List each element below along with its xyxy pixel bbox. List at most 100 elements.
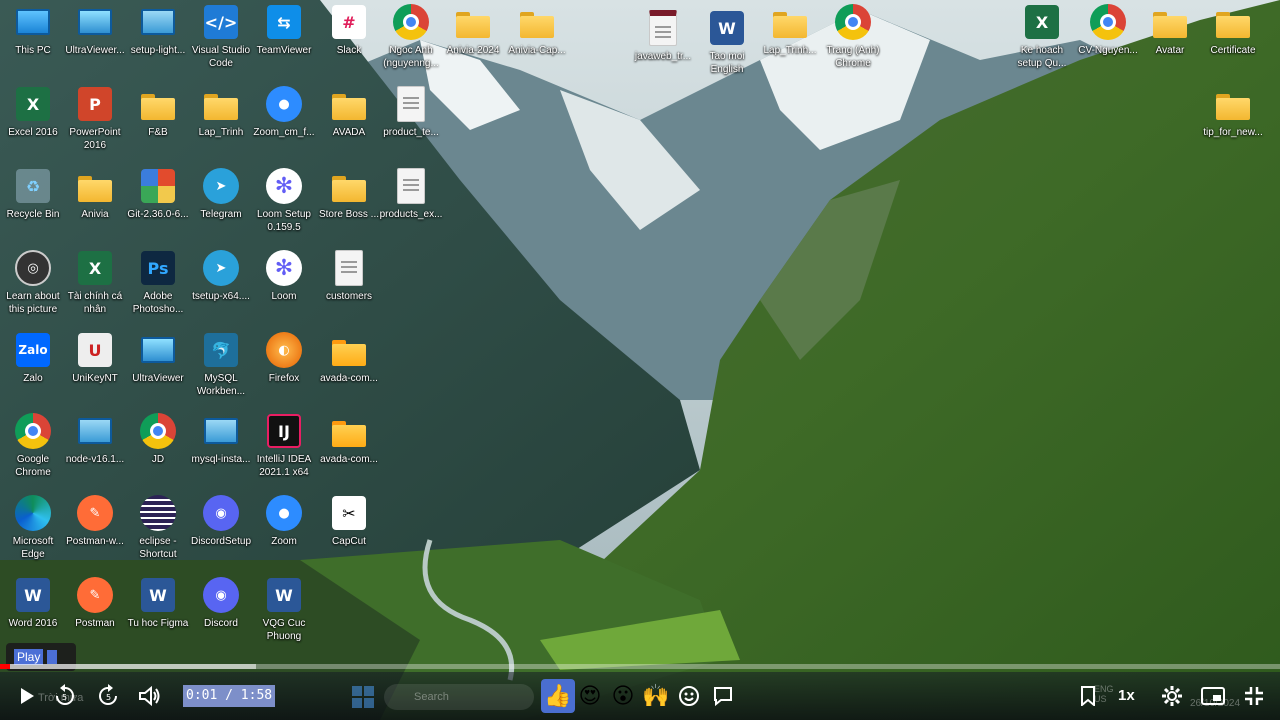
desktop-shortcut[interactable]: ✻ Loom Setup 0.159.5 — [251, 166, 317, 234]
desktop-shortcut-label: Postman-w... — [66, 536, 124, 547]
desktop-shortcut[interactable]: JD — [125, 411, 191, 466]
desktop-shortcut[interactable]: UltraViewer — [125, 330, 191, 385]
chrome-icon — [391, 2, 431, 42]
desktop-shortcut[interactable]: Ngoc Anh (nguyenng... — [378, 2, 444, 70]
desktop-shortcut-label: Word 2016 — [8, 618, 58, 629]
bookmark-button[interactable] — [1074, 676, 1102, 716]
desktop-shortcut[interactable]: # Slack — [316, 2, 382, 57]
loom-icon: ✻ — [264, 166, 304, 206]
desktop-shortcut[interactable]: IJ IntelliJ IDEA 2021.1 x64 — [251, 411, 317, 479]
desktop-shortcut[interactable]: W Tao moi English — [694, 8, 760, 76]
desktop-shortcut[interactable]: W Tu hoc Figma — [125, 575, 191, 630]
desktop-shortcut[interactable]: products_ex... — [378, 166, 444, 221]
playback-speed-button[interactable]: 1x — [1118, 676, 1135, 716]
desktop-shortcut[interactable]: avada-com... — [316, 411, 382, 466]
video-progress-bar[interactable] — [0, 664, 1280, 669]
desktop-shortcut[interactable]: Store Boss ... — [316, 166, 382, 221]
desktop-shortcut[interactable]: node-v16.1... — [62, 411, 128, 466]
desktop-shortcut[interactable]: javaweb_tr... — [630, 8, 696, 63]
reaction-button[interactable]: 😮 — [606, 679, 640, 713]
reaction-button[interactable]: 😍 — [573, 679, 607, 713]
desktop-shortcut[interactable]: Anivia — [62, 166, 128, 221]
desktop-shortcut[interactable]: F&B — [125, 84, 191, 139]
desktop-shortcut[interactable]: ● Zoom — [251, 493, 317, 548]
desktop-shortcut[interactable]: ◉ DiscordSetup — [188, 493, 254, 548]
miniplayer-button[interactable] — [1199, 676, 1227, 716]
desktop-shortcut[interactable]: ◉ Discord — [188, 575, 254, 630]
desktop-shortcut[interactable]: Google Chrome — [0, 411, 66, 479]
desktop-shortcut[interactable]: ◐ Firefox — [251, 330, 317, 385]
desktop-shortcut[interactable]: Certificate — [1200, 2, 1266, 57]
desktop-shortcut[interactable]: Avatar — [1137, 2, 1203, 57]
exit-fullscreen-button[interactable] — [1240, 676, 1268, 716]
desktop-shortcut[interactable]: product_te... — [378, 84, 444, 139]
desktop-shortcut[interactable]: Microsoft Edge — [0, 493, 66, 561]
capcut-icon: ✂ — [329, 493, 369, 533]
setup-icon — [138, 2, 178, 42]
desktop-shortcut[interactable]: Trang (Anh) Chrome — [820, 2, 886, 70]
desktop-shortcut[interactable]: ✎ Postman — [62, 575, 128, 630]
desktop-shortcut[interactable]: X Excel 2016 — [0, 84, 66, 139]
desktop-shortcut[interactable]: ♻ Recycle Bin — [0, 166, 66, 221]
desktop-shortcut[interactable]: CV-Nguyen... — [1075, 2, 1141, 57]
desktop-shortcut-label: JD — [151, 454, 165, 465]
desktop-shortcut[interactable]: ✂ CapCut — [316, 493, 382, 548]
comment-button[interactable] — [708, 676, 738, 716]
desktop-shortcut[interactable]: customers — [316, 248, 382, 303]
desktop-shortcut[interactable]: UltraViewer... — [62, 2, 128, 57]
chrome-icon — [833, 2, 873, 42]
rewind-5-button[interactable]: 5 — [50, 676, 80, 716]
desktop-shortcut[interactable]: Anivia-Cap... — [504, 2, 570, 57]
desktop-shortcut[interactable]: ✻ Loom — [251, 248, 317, 303]
desktop-shortcut[interactable]: Git-2.36.0-6... — [125, 166, 191, 221]
desktop-shortcut[interactable]: AVADA — [316, 84, 382, 139]
add-reaction-button[interactable] — [675, 676, 705, 716]
desktop-shortcut-label: IntelliJ IDEA 2021.1 x64 — [256, 454, 312, 478]
desktop-shortcut[interactable]: ➤ Telegram — [188, 166, 254, 221]
folder-icon — [770, 2, 810, 42]
play-button[interactable] — [12, 676, 42, 716]
desktop-shortcut[interactable]: W Word 2016 — [0, 575, 66, 630]
desktop-shortcut[interactable]: eclipse - Shortcut — [125, 493, 191, 561]
reaction-button[interactable]: 🙌 — [639, 679, 673, 713]
desktop-shortcut[interactable]: avada-com... — [316, 330, 382, 385]
chrome-icon — [13, 411, 53, 451]
desktop-shortcut[interactable]: P PowerPoint 2016 — [62, 84, 128, 152]
desktop-shortcut[interactable]: 🐬 MySQL Workben... — [188, 330, 254, 398]
desktop-shortcut[interactable]: tip_for_new... — [1200, 84, 1266, 139]
desktop-shortcut[interactable]: Zalo Zalo — [0, 330, 66, 385]
settings-button[interactable] — [1158, 676, 1186, 716]
desktop-shortcut-label: customers — [325, 291, 373, 302]
play-tooltip-text: Play — [14, 649, 44, 665]
desktop-shortcut[interactable]: </> Visual Studio Code — [188, 2, 254, 70]
desktop-shortcut[interactable]: ⇆ TeamViewer — [251, 2, 317, 57]
desktop-shortcut[interactable]: Lap_Trinh — [188, 84, 254, 139]
desktop-shortcut-label: Tao moi English — [709, 51, 745, 75]
forward-5-button[interactable]: 5 — [93, 676, 123, 716]
desktop-shortcut[interactable]: X Ke hoach setup Qu... — [1009, 2, 1075, 70]
desktop-shortcut-label: Adobe Photosho... — [132, 291, 184, 315]
postman-icon: ✎ — [75, 493, 115, 533]
desktop-shortcut[interactable]: mysql-insta... — [188, 411, 254, 466]
desktop-shortcut[interactable]: ✎ Postman-w... — [62, 493, 128, 548]
desktop-shortcut[interactable]: Lap_Trinh... — [757, 2, 823, 57]
desktop-shortcut[interactable]: This PC — [0, 2, 66, 57]
desktop-shortcut-label: mysql-insta... — [191, 454, 251, 465]
desktop-shortcut[interactable]: U UniKeyNT — [62, 330, 128, 385]
smiley-icon — [679, 686, 699, 706]
desktop-shortcut[interactable]: setup-light... — [125, 2, 191, 57]
folder-icon — [329, 166, 369, 206]
forward-icon: 5 — [99, 684, 117, 705]
desktop-shortcut[interactable]: W VQG Cuc Phuong — [251, 575, 317, 643]
desktop-shortcut[interactable]: ◎ Learn about this picture — [0, 248, 66, 316]
reaction-button[interactable]: 👍 — [541, 679, 575, 713]
desktop-shortcut[interactable]: Ps Adobe Photosho... — [125, 248, 191, 316]
volume-button[interactable] — [136, 676, 164, 716]
folder-icon — [1213, 84, 1253, 124]
vscode-icon: </> — [201, 2, 241, 42]
desktop-shortcut[interactable]: X Tài chính cá nhân — [62, 248, 128, 316]
excel-icon: X — [13, 84, 53, 124]
desktop-shortcut[interactable]: ➤ tsetup-x64.... — [188, 248, 254, 303]
desktop-shortcut[interactable]: ● Zoom_cm_f... — [251, 84, 317, 139]
desktop-shortcut[interactable]: Anivia-2024 — [440, 2, 506, 57]
